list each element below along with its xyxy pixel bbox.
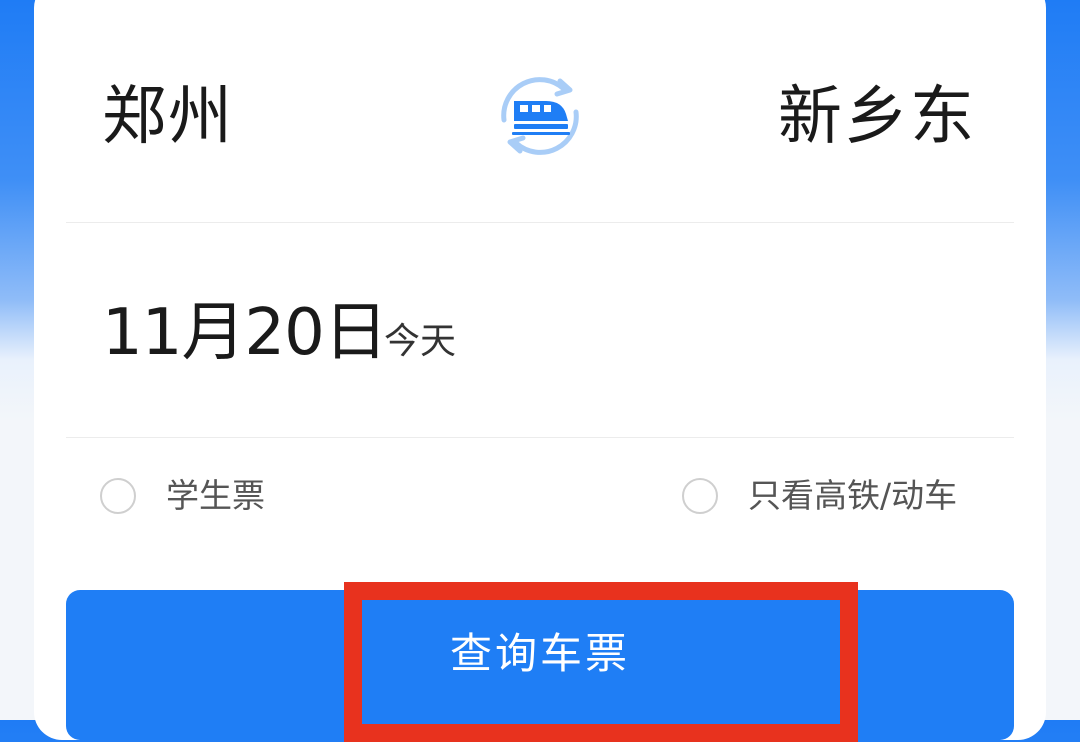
student-ticket-label: 学生票 xyxy=(166,476,265,515)
from-station[interactable]: 郑州 xyxy=(102,82,234,152)
high-speed-only-label: 只看高铁/动车 xyxy=(748,476,958,515)
travel-date-relative[interactable]: 今天 xyxy=(384,320,456,364)
divider xyxy=(66,222,1014,223)
to-station[interactable]: 新乡东 xyxy=(778,82,976,152)
swap-stations-button[interactable] xyxy=(494,70,586,162)
train-swap-icon xyxy=(501,77,579,155)
student-ticket-radio[interactable] xyxy=(100,478,136,514)
travel-date[interactable]: 11月20日 xyxy=(102,298,388,368)
high-speed-only-radio[interactable] xyxy=(682,478,718,514)
student-ticket-option[interactable]: 学生票 xyxy=(100,474,265,518)
divider xyxy=(66,437,1014,438)
high-speed-only-option[interactable]: 只看高铁/动车 xyxy=(682,474,957,518)
query-tickets-label: 查询车票 xyxy=(449,629,630,678)
